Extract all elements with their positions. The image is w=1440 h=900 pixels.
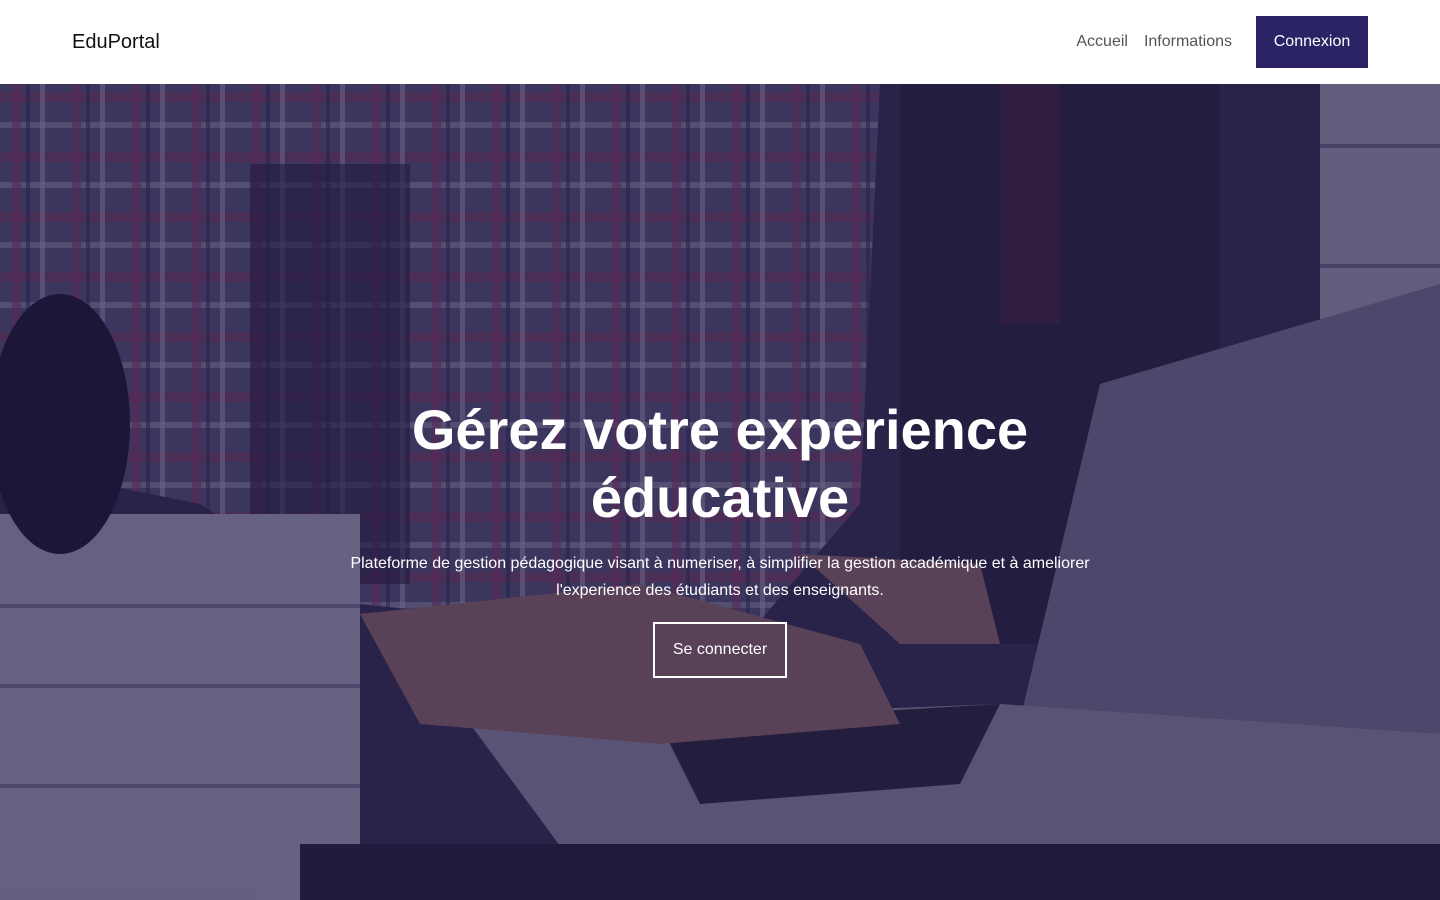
nav-link-accueil[interactable]: Accueil xyxy=(1076,33,1128,51)
se-connecter-button[interactable]: Se connecter xyxy=(653,622,787,678)
top-navbar: EduPortal Accueil Informations Connexion xyxy=(0,0,1440,84)
nav-menu: Accueil Informations Connexion xyxy=(1076,16,1368,68)
brand-logo[interactable]: EduPortal xyxy=(72,31,160,54)
hero-content: Gérez votre experience éducative Platefo… xyxy=(0,396,1440,678)
connexion-button[interactable]: Connexion xyxy=(1256,16,1368,68)
hero-title: Gérez votre experience éducative xyxy=(411,398,1029,529)
hero-subtitle: Plateforme de gestion pédagogique visant… xyxy=(350,555,1090,599)
nav-link-informations[interactable]: Informations xyxy=(1144,33,1232,51)
hero-section: Gérez votre experience éducative Platefo… xyxy=(0,84,1440,900)
